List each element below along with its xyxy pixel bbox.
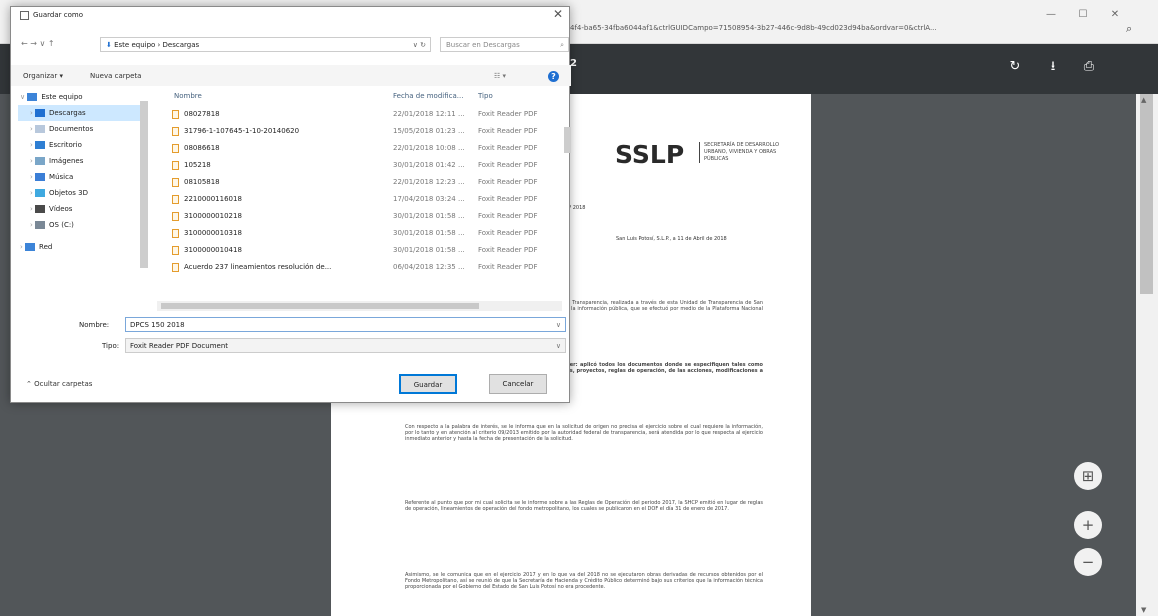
dialog-icon [20, 11, 29, 20]
file-list: Nombre Fecha de modifica... Tipo 0802781… [157, 89, 567, 299]
maximize-button[interactable]: ☐ [1072, 8, 1094, 22]
new-folder-button[interactable]: Nueva carpeta [90, 72, 141, 80]
tree-item[interactable]: › Música [30, 169, 73, 185]
save-as-dialog: Guardar como ✕ ← → ∨ ↑ ⬇ Este equipo › D… [10, 6, 571, 403]
refresh-icon[interactable]: ∨ ↻ [413, 41, 426, 49]
tree-item[interactable]: › Imágenes [30, 153, 83, 169]
tree-item[interactable]: ∨ Este equipo [20, 89, 83, 105]
zoom-out-button[interactable]: − [1074, 548, 1102, 576]
dialog-close-button[interactable]: ✕ [553, 7, 563, 21]
pdf-file-icon [172, 177, 179, 187]
file-row[interactable]: 08027818 22/01/2018 12:11 ... Foxit Reader… [157, 106, 567, 122]
pdf-title: 2 [570, 58, 577, 69]
pdf-file-icon [172, 262, 179, 272]
doc-logo: SSLP [615, 140, 685, 169]
address-path: Este equipo › Descargas [114, 41, 200, 49]
file-row[interactable]: 2210000116018 17/04/2018 03:24 ... Foxit R… [157, 191, 567, 207]
downloads-icon: ⬇ [106, 41, 115, 49]
file-list-scrollbar[interactable] [564, 127, 571, 153]
tree-item[interactable]: › Vídeos [30, 201, 72, 217]
images-icon [35, 157, 46, 165]
doc-paragraph: Con respecto a la palabra de interés, se… [405, 424, 763, 442]
zoom-in-button[interactable]: + [1074, 511, 1102, 539]
download-icon[interactable]: ⭳ [1044, 58, 1062, 76]
file-row[interactable]: Acuerdo 237 lineamientos resolución de..… [157, 259, 567, 275]
filename-input[interactable]: DPCS 150 2018 ∨ [125, 317, 566, 332]
help-button[interactable]: ? [548, 71, 559, 82]
tree-item[interactable]: › Red [20, 239, 52, 255]
computer-icon [27, 93, 38, 101]
pdf-file-icon [172, 194, 179, 204]
doc-paragraph: Asimismo, se le comunica que en el ejerc… [405, 572, 763, 590]
hide-folders-toggle[interactable]: ⌃ Ocultar carpetas [26, 380, 92, 388]
tree-item[interactable]: › OS (C:) [30, 217, 74, 233]
minimize-button[interactable]: — [1040, 8, 1062, 22]
doc-date: San Luis Potosí, S.L.P., a 11 de Abril d… [616, 236, 727, 242]
folder-tree: ∨ Este equipo › Descargas › Documentos ›… [18, 89, 148, 310]
desktop-icon [35, 141, 46, 149]
url-bar[interactable]: 4f4-ba65-34fba6044af1&ctrlGUIDCampo=7150… [570, 24, 1115, 36]
network-icon [25, 243, 36, 251]
pdf-scroll-thumb[interactable] [1140, 94, 1153, 294]
nav-arrows[interactable]: ← → ∨ ↑ [21, 39, 55, 48]
pdf-file-icon [172, 245, 179, 255]
file-row[interactable]: 3100000010318 30/01/2018 01:58 ... Foxit R… [157, 225, 567, 241]
pdf-file-icon [172, 143, 179, 153]
file-row[interactable]: 3100000010218 30/01/2018 01:58 ... Foxit R… [157, 208, 567, 224]
dialog-toolbar: Organizar ▾ Nueva carpeta ☷ ▾ ? [11, 65, 571, 86]
drive-icon [35, 221, 46, 229]
filename-label: Nombre: [79, 321, 110, 329]
view-options-icon[interactable]: ☷ ▾ [494, 72, 506, 80]
column-header-type[interactable]: Tipo [478, 92, 493, 100]
file-row[interactable]: 105218 30/01/2018 01:42 ... Foxit Reader P… [157, 157, 567, 173]
file-type-select[interactable]: Foxit Reader PDF Document ∨ [125, 338, 566, 353]
tree-item[interactable]: › Objetos 3D [30, 185, 88, 201]
pdf-file-icon [172, 160, 179, 170]
dialog-title: Guardar como [33, 11, 83, 19]
hscroll-thumb[interactable] [161, 303, 479, 309]
file-row[interactable]: 08086618 22/01/2018 10:08 ... Foxit Reader… [157, 140, 567, 156]
file-row[interactable]: 08105818 22/01/2018 12:23 ... Foxit Reader… [157, 174, 567, 190]
column-header-name[interactable]: Nombre [174, 92, 202, 100]
print-icon[interactable]: ⎙ [1080, 58, 1098, 76]
cancel-button[interactable]: Cancelar [489, 374, 547, 394]
search-icon[interactable]: ⌕ [1126, 22, 1132, 36]
scroll-down-icon[interactable]: ▼ [1141, 606, 1146, 614]
pdf-file-icon [172, 211, 179, 221]
tree-item[interactable]: › Documentos [30, 121, 93, 137]
fit-page-button[interactable]: ⊞ [1074, 462, 1102, 490]
tree-scrollbar[interactable] [140, 101, 148, 268]
music-icon [35, 173, 46, 181]
type-label: Tipo: [102, 342, 120, 350]
file-row[interactable]: 3100000010418 30/01/2018 01:58 ... Foxit R… [157, 242, 567, 258]
doc-logo-subtitle: SECRETARÍA DE DESARROLLO URBANO, VIVIEND… [699, 142, 784, 163]
column-header-date[interactable]: Fecha de modifica... [393, 92, 463, 100]
objects3d-icon [35, 189, 46, 197]
pdf-file-icon [172, 228, 179, 238]
close-button[interactable]: ✕ [1104, 8, 1126, 22]
address-bar[interactable]: ⬇ Este equipo › Descargas ∨ ↻ [100, 37, 431, 52]
save-button[interactable]: Guardar [399, 374, 457, 394]
documents-icon [35, 125, 46, 133]
chevron-up-icon: ⌃ [26, 380, 35, 388]
rotate-icon[interactable]: ↻ [1006, 58, 1024, 76]
search-icon[interactable]: ⌕ [560, 41, 564, 50]
organize-button[interactable]: Organizar ▾ [23, 72, 63, 80]
downloads-icon [35, 109, 46, 117]
doc-paragraph: Referente al punto que por mi cual solic… [405, 500, 763, 512]
pdf-file-icon [172, 109, 179, 119]
tree-item[interactable]: › Escritorio [30, 137, 82, 153]
tree-item[interactable]: › Descargas [18, 105, 140, 121]
file-row[interactable]: 31796-1-107645-1-10-20140620 15/05/2018 0… [157, 123, 567, 139]
chevron-down-icon[interactable]: ∨ [556, 342, 561, 350]
search-placeholder: Buscar en Descargas [446, 41, 520, 49]
chevron-down-icon[interactable]: ∨ [556, 321, 561, 329]
search-input[interactable]: Buscar en Descargas ⌕ [440, 37, 569, 52]
videos-icon [35, 205, 46, 213]
pdf-file-icon [172, 126, 179, 136]
scroll-up-icon[interactable]: ▲ [1141, 96, 1146, 104]
